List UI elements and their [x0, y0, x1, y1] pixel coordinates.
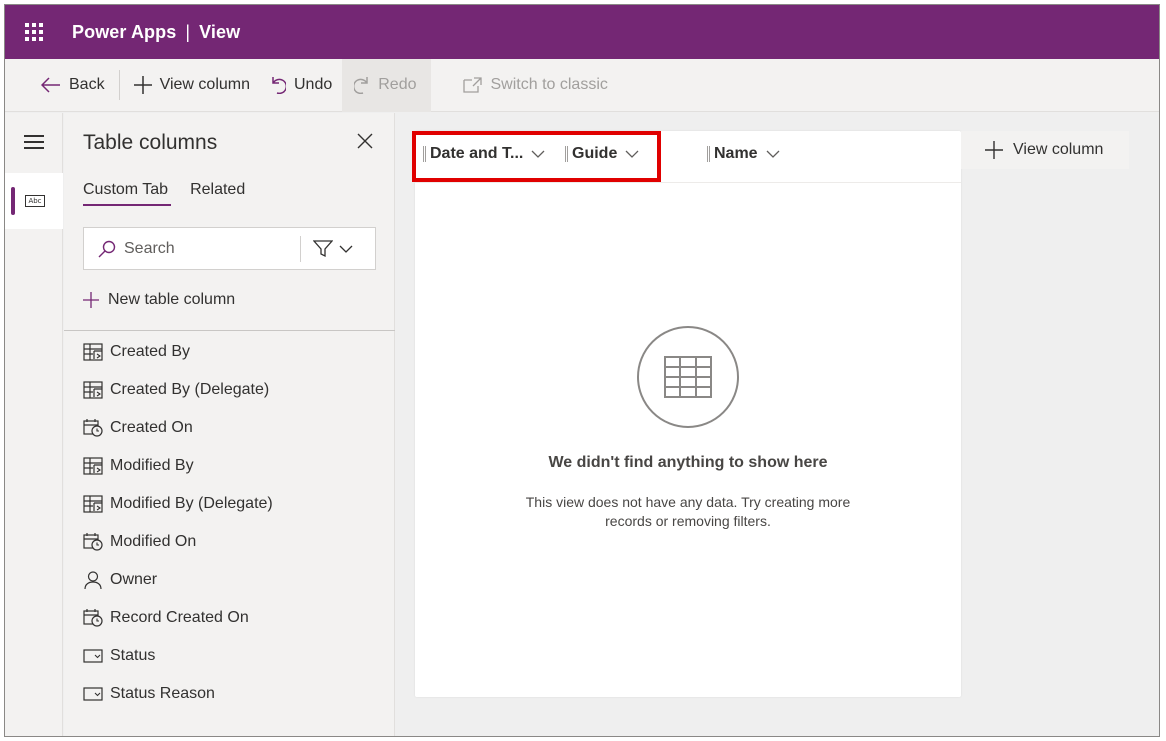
column-list-item[interactable]: Modified By [83, 447, 273, 485]
panel-title: Table columns [83, 131, 218, 154]
left-rail: Abc [5, 113, 63, 736]
plus-icon [985, 141, 1003, 159]
empty-state-title: We didn't find anything to show here [548, 454, 828, 471]
empty-state-text: This view does not have any data. Try cr… [525, 494, 851, 529]
person-icon [83, 571, 110, 589]
column-grip-icon [423, 146, 426, 162]
column-list-item-label: Status Reason [110, 685, 215, 702]
datetime-icon [83, 533, 110, 551]
lookup-icon [83, 457, 110, 475]
app-launcher-icon[interactable] [5, 5, 63, 59]
column-list-item[interactable]: Created By (Delegate) [83, 371, 273, 409]
search-box [83, 227, 376, 270]
panel-divider [64, 330, 395, 331]
search-separator [300, 235, 301, 262]
lookup-icon [83, 381, 110, 399]
column-list: Created By Created By (Delegate) Created O… [83, 333, 273, 713]
table-grid-icon [637, 326, 739, 428]
grid-header: Date and T... Guide Name [415, 131, 961, 183]
column-header-label: Date and T... [430, 145, 524, 162]
undo-button[interactable]: Undo [260, 59, 342, 112]
app-frame: Power Apps | View Back View column Undo Re… [4, 4, 1160, 737]
column-list-item-label: Owner [110, 571, 158, 588]
column-header-guide[interactable]: Guide [565, 145, 639, 163]
chevron-down-icon [339, 245, 353, 253]
empty-state: We didn't find anything to show here Thi… [415, 326, 961, 531]
column-list-item-label: Modified By (Delegate) [110, 495, 273, 512]
switch-classic-label: Switch to classic [490, 76, 608, 93]
column-header-label: Guide [572, 145, 618, 162]
app-name: Power Apps [72, 21, 177, 42]
undo-icon [272, 77, 286, 94]
column-list-item[interactable]: Owner [83, 561, 273, 599]
panel-tabs: Custom Tab Related [83, 181, 267, 206]
rail-item-table-columns[interactable]: Abc [5, 173, 63, 229]
selected-indicator [11, 187, 15, 215]
search-icon [98, 240, 116, 257]
column-list-item-label: Created On [110, 419, 193, 436]
column-list-item-label: Record Created On [110, 609, 249, 626]
switch-to-classic-button[interactable]: Switch to classic [453, 59, 618, 112]
redo-icon [354, 77, 368, 94]
chevron-down-icon [625, 150, 639, 158]
open-external-icon [462, 77, 482, 93]
view-column-button[interactable]: View column [124, 59, 260, 112]
column-list-item[interactable]: Status [83, 637, 273, 675]
command-divider [118, 70, 120, 100]
redo-button[interactable]: Redo [342, 58, 431, 112]
column-list-item-label: Status [110, 647, 156, 664]
new-table-column-label: New table column [108, 291, 236, 308]
column-list-item-label: Modified By [110, 457, 194, 474]
app-header: Power Apps | View [5, 5, 1159, 59]
hamburger-menu-icon[interactable] [24, 135, 44, 149]
arrow-left-icon [41, 77, 60, 93]
chevron-down-icon [766, 150, 780, 158]
text-field-icon: Abc [25, 195, 45, 207]
datetime-icon [83, 419, 110, 437]
tab-custom[interactable]: Custom Tab [83, 181, 172, 206]
filter-icon [313, 239, 333, 257]
column-list-item-label: Created By [110, 343, 191, 360]
column-list-item-label: Created By (Delegate) [110, 381, 270, 398]
column-list-item[interactable]: Created On [83, 409, 273, 447]
lookup-icon [83, 343, 110, 361]
plus-icon [133, 76, 152, 94]
command-bar: Back View column Undo Redo Switch to cla… [5, 58, 1159, 112]
column-list-item-label: Modified On [110, 533, 197, 550]
view-grid: Date and T... Guide Name We didn't find … [415, 131, 961, 697]
new-table-column-button[interactable]: New table column [83, 291, 235, 309]
back-label: Back [69, 76, 105, 93]
column-list-item[interactable]: Modified By (Delegate) [83, 485, 273, 523]
column-grip-icon [707, 146, 710, 162]
column-list-item[interactable]: Modified On [83, 523, 273, 561]
column-list-item[interactable]: Record Created On [83, 599, 273, 637]
datetime-icon [83, 609, 110, 627]
close-icon[interactable] [355, 131, 375, 151]
column-header-date-and-time[interactable]: Date and T... [423, 145, 545, 163]
lookup-icon [83, 495, 110, 513]
view-column-label: View column [159, 76, 250, 93]
choice-icon [83, 685, 110, 703]
search-input[interactable] [124, 239, 294, 258]
add-view-column-button[interactable]: View column [961, 131, 1129, 169]
table-columns-panel: Table columns Custom Tab Related New tab… [64, 113, 395, 736]
filter-button[interactable] [313, 239, 353, 258]
column-grip-icon [565, 146, 568, 162]
tab-related[interactable]: Related [190, 181, 245, 205]
column-header-name[interactable]: Name [707, 145, 780, 163]
app-title: Power Apps | View [72, 22, 240, 43]
choice-icon [83, 647, 110, 665]
chevron-down-icon [531, 150, 545, 158]
column-header-label: Name [714, 145, 758, 162]
plus-icon [83, 292, 99, 308]
add-view-column-label: View column [1013, 141, 1104, 158]
back-button[interactable]: Back [5, 59, 115, 112]
column-list-item[interactable]: Created By [83, 333, 273, 371]
page-name: View [199, 21, 241, 42]
column-list-item[interactable]: Status Reason [83, 675, 273, 713]
redo-label: Redo [378, 76, 417, 93]
undo-label: Undo [294, 76, 333, 93]
title-separator: | [185, 21, 191, 42]
